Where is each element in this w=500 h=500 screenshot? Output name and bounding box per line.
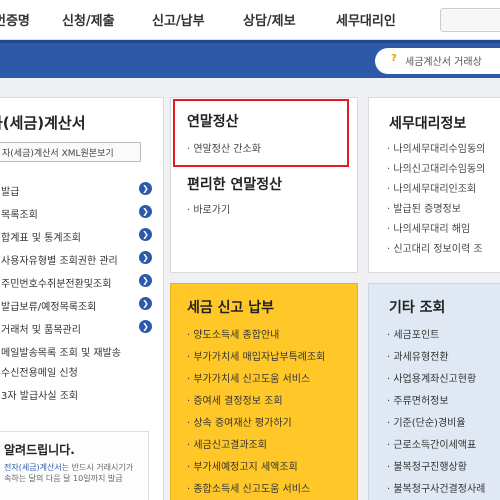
chevron-right-icon: ❯ bbox=[139, 228, 152, 241]
agent-link[interactable]: · 나의세무대리인조회 bbox=[387, 180, 476, 195]
notice-ticker[interactable]: ? 세금계산서 거래상 bbox=[375, 48, 500, 74]
menu-item-stats[interactable]: 합계표 및 통계조회 ❯ bbox=[0, 226, 159, 246]
menu-item-id-conversion[interactable]: 주민번호수취분전환및조회 ❯ bbox=[0, 272, 159, 292]
tax-link[interactable]: · 부가가치세 신고도움 서비스 bbox=[187, 370, 310, 385]
panel-title: 자(세금)계산서 bbox=[0, 114, 86, 132]
question-icon: ? bbox=[391, 53, 397, 64]
tax-link[interactable]: · 세금신고결과조회 bbox=[187, 436, 267, 451]
highlight-box bbox=[173, 99, 349, 167]
etc-link[interactable]: · 불복청구사건결정사례 bbox=[387, 480, 485, 495]
etc-link[interactable]: · 근로소득간이세액표 bbox=[387, 436, 476, 451]
etc-link[interactable]: · 기준(단순)경비율 bbox=[387, 414, 466, 429]
agent-link[interactable]: · 나의세무대리 해임 bbox=[387, 220, 470, 235]
notice-text: 전자(세금)계산서는 반드시 거래시기가 속하는 달의 다음 달 10일까지 발… bbox=[4, 463, 134, 483]
other-lookup-card: 기타 조회 · 세금포인트 · 과세유형전환 · 사업용계좌신고현황 · 주류면… bbox=[368, 283, 500, 500]
tax-link[interactable]: · 종합소득세 신고도움 서비스 bbox=[187, 480, 310, 495]
tax-link[interactable]: · 증여세 결정정보 조회 bbox=[187, 392, 283, 407]
convenient-year-end-title: 편리한 연말정산 bbox=[187, 177, 283, 193]
menu-item-pending[interactable]: 발급보류/예정목록조회 ❯ bbox=[0, 295, 159, 315]
other-lookup-title: 기타 조회 bbox=[389, 300, 446, 316]
menu-item-partners[interactable]: 거래처 및 품목관리 ❯ bbox=[0, 318, 159, 338]
menu-item-list[interactable]: 목록조회 ❯ bbox=[0, 203, 159, 223]
chevron-right-icon: ❯ bbox=[139, 251, 152, 264]
blue-banner: ? 세금계산서 거래상 bbox=[0, 40, 500, 78]
chevron-right-icon: ❯ bbox=[139, 297, 152, 310]
xml-view-button[interactable]: 자(세금)계산서 XML원본보기 bbox=[0, 142, 141, 162]
top-navigation: 번증명 신청/제출 신고/납부 상담/제보 세무대리인 bbox=[0, 0, 500, 40]
agent-link[interactable]: · 나의신고대리수임동의 bbox=[387, 160, 485, 175]
tax-link[interactable]: · 양도소득세 종합안내 bbox=[187, 326, 279, 341]
notice-ticker-text: 세금계산서 거래상 bbox=[405, 57, 482, 68]
menu-item-issue[interactable]: 발급 ❯ bbox=[0, 180, 159, 200]
tax-filing-card: 세금 신고 납부 · 양도소득세 종합안내 · 부가가치세 매입자납부특례조회 … bbox=[170, 283, 358, 500]
year-end-title: 연말정산 bbox=[187, 114, 239, 130]
tax-link[interactable]: · 상속 증여재산 평가하기 bbox=[187, 414, 292, 429]
nav-item-apply[interactable]: 신청/제출 bbox=[62, 10, 115, 29]
etc-link[interactable]: · 불복청구진행상황 bbox=[387, 458, 467, 473]
tax-link[interactable]: · 부가가치세 매입자납부특례조회 bbox=[187, 348, 325, 363]
nav-item-report-pay[interactable]: 신고/납부 bbox=[152, 10, 205, 29]
tax-link[interactable]: · 부가세예정고지 세액조회 bbox=[187, 458, 298, 473]
agent-link[interactable]: · 신고대리 정보이력 조 bbox=[387, 240, 483, 255]
search-input[interactable] bbox=[440, 8, 500, 32]
tax-agent-card: 세무대리정보 · 나의세무대리수임동의 · 나의신고대리수임동의 · 나의세무대… bbox=[368, 97, 500, 273]
etc-link[interactable]: · 주류면허정보 bbox=[387, 392, 449, 407]
shortcut-link[interactable]: · 바로가기 bbox=[187, 201, 230, 216]
nav-item-tax-agent[interactable]: 세무대리인 bbox=[336, 10, 396, 29]
tax-agent-title: 세무대리정보 bbox=[389, 116, 467, 132]
etc-link[interactable]: · 사업용계좌신고현황 bbox=[387, 370, 476, 385]
notice-title: 알려드립니다. bbox=[4, 443, 75, 457]
nav-item-certificate[interactable]: 번증명 bbox=[0, 10, 30, 29]
notice-box: 알려드립니다. 전자(세금)계산서는 반드시 거래시기가 속하는 달의 다음 달… bbox=[0, 431, 149, 500]
chevron-right-icon: ❯ bbox=[139, 320, 152, 333]
etc-link[interactable]: · 과세유형전환 bbox=[387, 348, 449, 363]
etc-link[interactable]: · 세금포인트 bbox=[387, 326, 439, 341]
agent-link[interactable]: · 나의세무대리수임동의 bbox=[387, 140, 485, 155]
year-end-card: 연말정산 · 연말정산 간소화 편리한 연말정산 · 바로가기 bbox=[170, 97, 358, 273]
year-end-simplified-link[interactable]: · 연말정산 간소화 bbox=[187, 140, 261, 155]
chevron-right-icon: ❯ bbox=[139, 274, 152, 287]
menu-item-receive-mail[interactable]: 수신전용메일 신청 bbox=[1, 364, 78, 379]
menu-item-permissions[interactable]: 사용자유형별 조회권한 관리 ❯ bbox=[0, 249, 159, 269]
agent-link[interactable]: · 발급된 증명정보 bbox=[387, 200, 461, 215]
menu-item-third-party[interactable]: 3자 발급사실 조회 bbox=[1, 387, 78, 402]
chevron-right-icon: ❯ bbox=[139, 182, 152, 195]
nav-item-consult[interactable]: 상담/제보 bbox=[243, 10, 296, 29]
chevron-right-icon: ❯ bbox=[139, 205, 152, 218]
tax-filing-title: 세금 신고 납부 bbox=[187, 300, 275, 316]
menu-item-mail[interactable]: 메일발송목록 조회 및 재발송 bbox=[0, 341, 159, 361]
e-invoice-panel: 자(세금)계산서 자(세금)계산서 XML원본보기 발급 ❯ 목록조회 ❯ 합계… bbox=[0, 97, 164, 500]
